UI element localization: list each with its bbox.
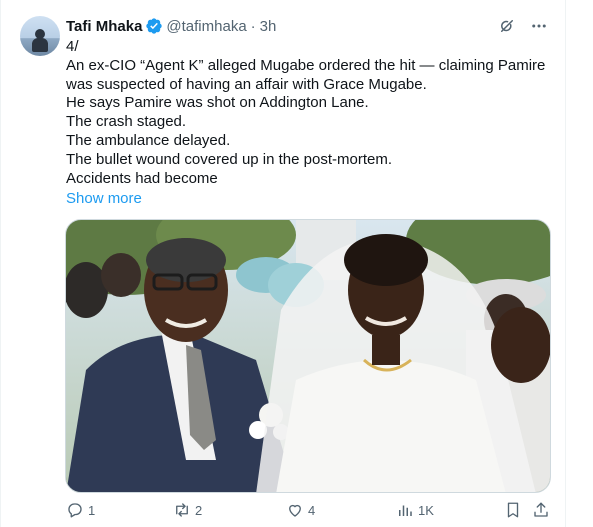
views-button[interactable]: 1K: [396, 501, 434, 519]
avatar[interactable]: [20, 16, 60, 56]
grok-icon[interactable]: [497, 16, 517, 36]
tweet-line: The crash staged.: [66, 113, 187, 131]
tweet-header: Tafi Mhaka @tafimhaka · 3h: [66, 16, 276, 36]
tweet-line: The ambulance delayed.: [66, 131, 231, 149]
bookmark-button[interactable]: [504, 501, 522, 519]
reply-icon: [68, 503, 82, 518]
share-icon: [534, 502, 548, 517]
author-name[interactable]: Tafi Mhaka: [66, 18, 142, 35]
tweet-actions: 1 2 4 1K: [66, 501, 552, 523]
tweet-line: Accidents had become: [66, 169, 218, 187]
views-count: 1K: [418, 502, 434, 518]
author-handle[interactable]: @tafimhaka: [166, 18, 246, 35]
repost-icon: [176, 503, 188, 517]
repost-count: 2: [195, 502, 203, 518]
tweet[interactable]: Tafi Mhaka @tafimhaka · 3h 4/ An ex-CIO …: [0, 0, 565, 527]
tweet-text: 4/ An ex-CIO “Agent K” alleged Mugabe or…: [66, 38, 546, 188]
heart-icon: [289, 504, 301, 517]
tweet-line: An ex-CIO “Agent K” alleged Mugabe order…: [66, 56, 546, 74]
views-icon: [399, 505, 412, 516]
show-more-link[interactable]: Show more: [66, 190, 142, 207]
tweet-line: 4/: [66, 38, 79, 55]
verified-badge-icon: [146, 18, 163, 34]
repost-button[interactable]: 2: [173, 501, 202, 519]
tweet-top-actions: [497, 16, 549, 36]
like-button[interactable]: 4: [286, 501, 315, 519]
bookmark-icon: [507, 502, 519, 518]
tweet-line: was suspected of having an affair with G…: [66, 75, 427, 93]
reply-button[interactable]: 1: [66, 501, 95, 519]
timestamp[interactable]: 3h: [260, 18, 277, 35]
more-icon[interactable]: [529, 16, 549, 36]
right-divider: [565, 0, 566, 527]
share-button[interactable]: [532, 501, 550, 519]
like-count: 4: [308, 502, 316, 518]
separator-dot: ·: [250, 17, 256, 35]
tweet-line: The bullet wound covered up in the post-…: [66, 150, 393, 168]
tweet-line: He says Pamire was shot on Addington Lan…: [66, 94, 369, 112]
reply-count: 1: [88, 502, 96, 518]
wedding-photo: [66, 220, 550, 492]
tweet-photo[interactable]: [65, 219, 551, 493]
